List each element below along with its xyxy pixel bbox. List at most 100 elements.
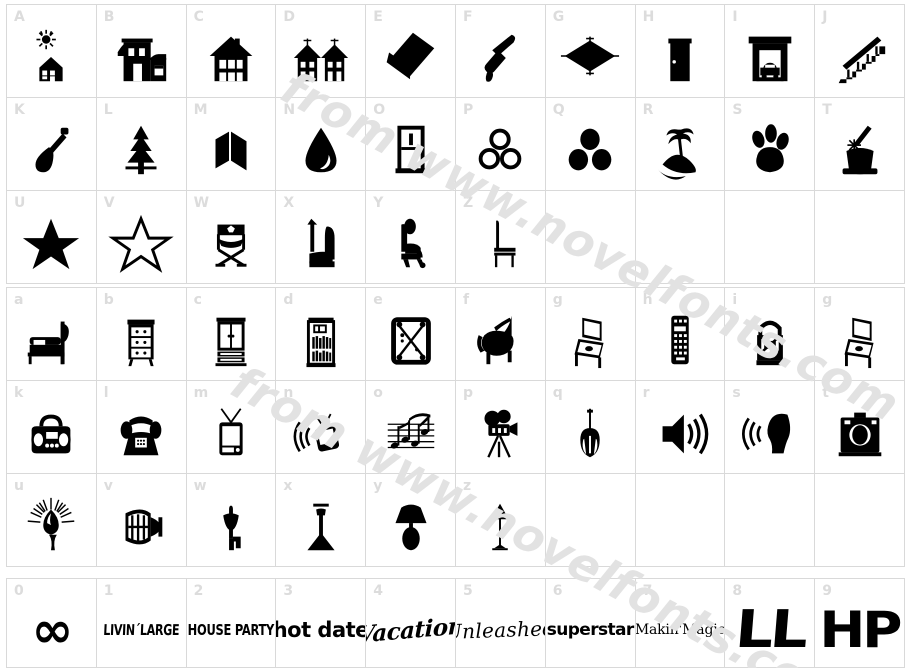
- empty-cell: [545, 474, 636, 567]
- glyph-cell[interactable]: U: [7, 191, 97, 284]
- glyph-cell[interactable]: O: [366, 98, 456, 191]
- glyph-cell[interactable]: Y: [366, 191, 456, 284]
- glyph-cell[interactable]: z: [456, 474, 546, 567]
- glyph-cell[interactable]: f: [456, 288, 546, 381]
- glyph-cell[interactable]: d: [276, 288, 367, 381]
- cell-label: 5: [463, 583, 473, 599]
- glyph-cell[interactable]: y: [366, 474, 456, 567]
- water-drop-icon: [284, 115, 358, 183]
- glyph-cell[interactable]: t: [815, 381, 905, 474]
- glyph-cell[interactable]: 9 HP: [815, 579, 905, 668]
- island-palm-icon: [643, 115, 717, 183]
- glyph-cell[interactable]: q: [545, 381, 636, 474]
- glyph-cell[interactable]: 8 LL: [725, 579, 816, 668]
- glyph-cell[interactable]: s: [725, 381, 816, 474]
- glyph-cell[interactable]: R: [635, 98, 726, 191]
- table-lamp-thin-icon: [284, 491, 358, 559]
- cell-label: 3: [283, 583, 294, 599]
- glyph-cell[interactable]: g: [545, 288, 636, 381]
- paint-brush-icon: [463, 22, 537, 90]
- glyph-cell[interactable]: X: [276, 191, 367, 284]
- empty-cell: [635, 191, 726, 284]
- glyph-cell[interactable]: 0 ∞: [7, 579, 97, 668]
- glyph-cell[interactable]: 5 Unleashed: [456, 579, 546, 668]
- glyph-cell[interactable]: N: [276, 98, 367, 191]
- glyph-cell[interactable]: C: [186, 5, 277, 98]
- glyph-cell[interactable]: i: [725, 288, 816, 381]
- glyph-cell[interactable]: u: [7, 474, 97, 567]
- glyph-cell[interactable]: D: [276, 5, 367, 98]
- glyph-cell[interactable]: r: [635, 381, 726, 474]
- glyph-cell[interactable]: K: [7, 98, 97, 191]
- glyph-cell[interactable]: a: [7, 288, 97, 381]
- glyph-cell[interactable]: k: [7, 381, 97, 474]
- staircase-icon: [823, 22, 897, 90]
- three-circles-filled-icon: [553, 115, 627, 183]
- three-rings-outline-icon: [463, 115, 537, 183]
- glyph-cell[interactable]: c: [186, 288, 277, 381]
- two-story-house-icon: [104, 22, 178, 90]
- glyph-cell[interactable]: 1 LIVIN´LARGE: [96, 579, 187, 668]
- word-glyph: Makin'Magic: [635, 622, 726, 638]
- glyph-cell[interactable]: I: [725, 5, 816, 98]
- glyph-cell[interactable]: v: [96, 474, 187, 567]
- person-in-armchair-icon: [374, 208, 448, 276]
- glyph-cell[interactable]: M: [186, 98, 277, 191]
- glyph-cell[interactable]: w: [186, 474, 277, 567]
- cell-label: 1: [103, 583, 114, 599]
- pinball-machine-alt-icon: [823, 305, 897, 373]
- telephone-icon: [104, 398, 178, 466]
- glyph-cell[interactable]: 2 HOUSE PARTY: [186, 579, 277, 668]
- glyph-cell[interactable]: A: [7, 5, 97, 98]
- glyph-cell[interactable]: p: [456, 381, 546, 474]
- glyph-cell[interactable]: 4 Vacation: [366, 579, 456, 668]
- star-filled-icon: [14, 208, 88, 276]
- glyph-cell[interactable]: n: [276, 381, 367, 474]
- glyph-cell[interactable]: H: [635, 5, 726, 98]
- pine-tree-icon: [104, 115, 178, 183]
- television-icon: [194, 398, 268, 466]
- word-glyph: Vacation: [366, 611, 456, 649]
- glyph-cell[interactable]: 6 superstar: [545, 579, 636, 668]
- glyph-cell[interactable]: L: [96, 98, 187, 191]
- uppercase-glyph-block: ABCDEFGHIJ KLMNOPQRST UVWXYZ: [6, 4, 905, 284]
- glyph-cell[interactable]: W: [186, 191, 277, 284]
- glyph-cell[interactable]: x: [276, 474, 367, 567]
- glyph-cell[interactable]: b: [96, 288, 187, 381]
- table-lamp-icon: [374, 491, 448, 559]
- pinball-machine-icon: [553, 305, 627, 373]
- cell-label: 9: [822, 583, 832, 599]
- cell-label: 4: [373, 583, 383, 599]
- glyph-cell[interactable]: o: [366, 381, 456, 474]
- wall-lamp-icon: [194, 491, 268, 559]
- glyph-cell[interactable]: T: [815, 98, 905, 191]
- two-houses-icon: [284, 22, 358, 90]
- empty-cell: [815, 191, 905, 284]
- bed-icon: [14, 305, 88, 373]
- star-outline-icon: [104, 208, 178, 276]
- bookshelf-icon: [284, 305, 358, 373]
- glyph-cell[interactable]: 7 Makin'Magic: [635, 579, 726, 668]
- glyph-cell[interactable]: m: [186, 381, 277, 474]
- glyph-cell[interactable]: J: [815, 5, 905, 98]
- glyph-cell[interactable]: G: [545, 5, 636, 98]
- glyph-cell[interactable]: h: [635, 288, 726, 381]
- glyph-cell[interactable]: S: [725, 98, 816, 191]
- glyph-cell[interactable]: E: [366, 5, 456, 98]
- glyph-cell[interactable]: l: [96, 381, 187, 474]
- glyph-cell[interactable]: Z: [456, 191, 546, 284]
- glyph-cell[interactable]: g: [815, 288, 905, 381]
- music-notes-icon: [374, 398, 448, 466]
- word-glyph: ∞: [31, 601, 74, 659]
- glyph-cell[interactable]: V: [96, 191, 187, 284]
- glyph-cell[interactable]: F: [456, 5, 546, 98]
- word-glyph: LL: [732, 600, 807, 660]
- glyph-cell[interactable]: 3 hot date: [276, 579, 367, 668]
- glyph-cell[interactable]: Q: [545, 98, 636, 191]
- grand-piano-icon: [463, 305, 537, 373]
- head-speaking-icon: [733, 398, 807, 466]
- glyph-cell[interactable]: e: [366, 288, 456, 381]
- empty-cell: [725, 191, 816, 284]
- glyph-cell[interactable]: P: [456, 98, 546, 191]
- glyph-cell[interactable]: B: [96, 5, 187, 98]
